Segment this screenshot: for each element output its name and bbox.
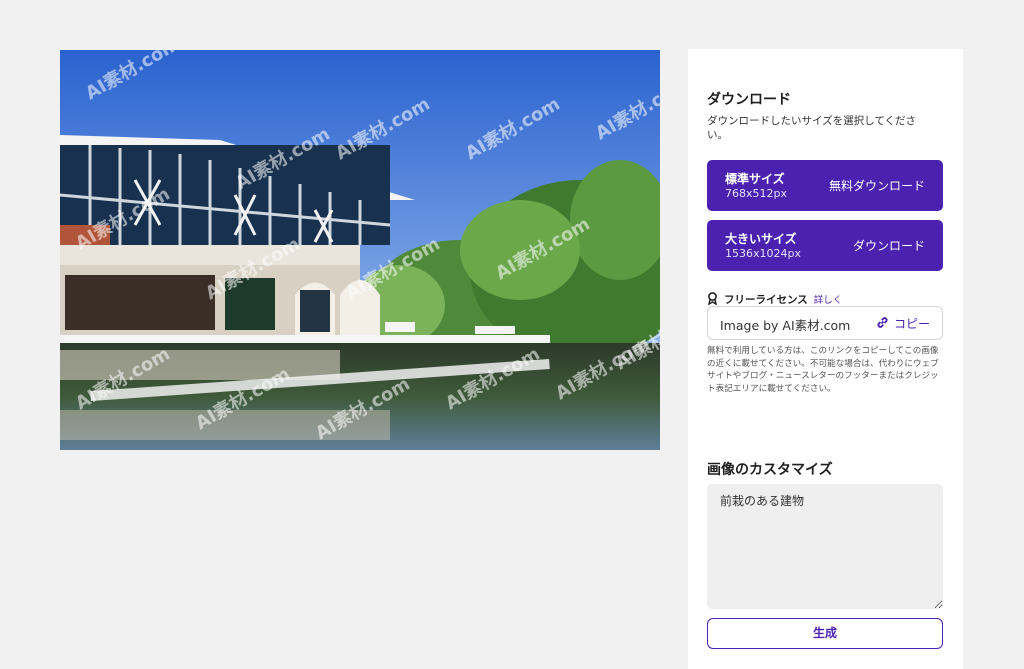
- large-size-label: 大きいサイズ: [725, 232, 797, 246]
- customize-title: 画像のカスタマイズ: [707, 462, 833, 478]
- standard-size-label: 標準サイズ: [725, 172, 785, 186]
- prompt-textarea[interactable]: 前栽のある建物: [707, 484, 943, 609]
- license-detail-link[interactable]: 詳しく: [814, 292, 843, 306]
- large-size-download-button[interactable]: 大きいサイズ 1536x1024px ダウンロード: [707, 220, 943, 271]
- generate-button[interactable]: 生成: [707, 618, 943, 649]
- standard-size-dimensions: 768x512px: [725, 187, 787, 200]
- link-icon: [876, 316, 889, 332]
- credit-field[interactable]: Image by AI素材.com コピー: [707, 306, 943, 340]
- main-image: AI素材.com AI素材.com AI素材.com AI素材.com AI素材…: [60, 50, 660, 450]
- license-note: 無料で利用している方は、このリンクをコピーしてこの画像の近くに載せてください。不…: [707, 346, 939, 394]
- download-title: ダウンロード: [707, 92, 791, 108]
- copy-button[interactable]: コピー: [876, 315, 930, 332]
- download-panel: ダウンロード ダウンロードしたいサイズを選択してください。 標準サイズ 768x…: [688, 49, 963, 669]
- credit-text: Image by AI素材.com: [720, 318, 851, 333]
- license-label: フリーライセンス: [724, 293, 808, 306]
- free-download-label: 無料ダウンロード: [828, 179, 925, 193]
- large-size-dimensions: 1536x1024px: [725, 247, 801, 260]
- download-description: ダウンロードしたいサイズを選択してください。: [707, 115, 917, 141]
- download-label: ダウンロード: [852, 239, 925, 253]
- copy-label: コピー: [893, 317, 930, 331]
- license-row: フリーライセンス 詳しく: [707, 291, 843, 306]
- standard-size-download-button[interactable]: 標準サイズ 768x512px 無料ダウンロード: [707, 160, 943, 211]
